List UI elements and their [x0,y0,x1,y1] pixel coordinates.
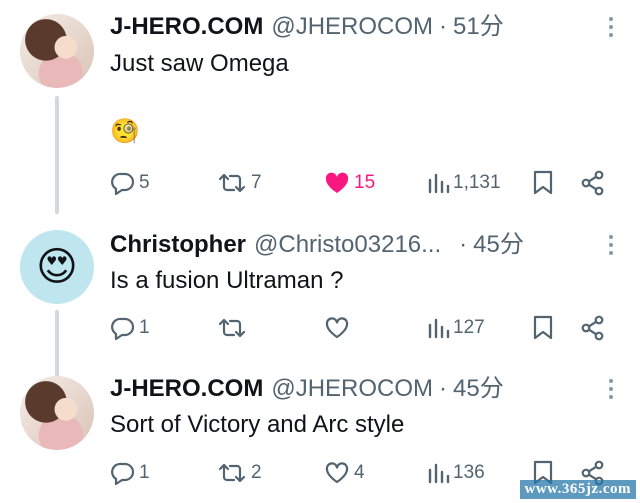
reply-count: 1 [139,317,150,338]
heart-icon [325,462,349,484]
tweet-1[interactable]: J-HERO.COM @JHEROCOM · 51分 Just saw Omeg… [0,0,640,214]
views-count: 1,131 [453,172,501,193]
tweet-header: J-HERO.COM @JHEROCOM · 45分 [110,374,580,404]
reply-icon [111,317,135,340]
tweet-text: Just saw Omega [110,50,289,77]
retweet-button[interactable] [216,313,251,343]
reply-button[interactable]: 5 [110,168,150,198]
views-button[interactable]: 1,131 [426,168,501,198]
tweet-actions: 1 127 [108,313,618,343]
like-count: 4 [354,462,365,483]
tweet-actions: 5 7 15 1,131 [108,168,618,198]
tweet-text: Is a fusion Ultraman ? [110,267,344,294]
more-options-icon[interactable] [608,235,614,255]
reply-icon [111,172,135,195]
heart-eyes-emoji: 😍 [36,245,78,289]
tweet-header: J-HERO.COM @JHEROCOM · 51分 [110,12,580,42]
bookmark-icon [533,170,553,195]
views-count: 127 [453,317,485,338]
share-button[interactable] [580,313,606,343]
bookmark-button[interactable] [532,168,554,198]
author-handle[interactable]: @JHEROCOM [271,12,433,42]
views-chart-icon [428,173,450,194]
author-name[interactable]: Christopher [110,230,246,260]
reply-count: 1 [139,462,150,483]
views-button[interactable]: 127 [426,313,485,343]
author-handle[interactable]: @Christo03216... [254,230,441,260]
reply-count: 5 [139,172,150,193]
like-button[interactable]: 15 [323,168,375,198]
author-handle[interactable]: @JHEROCOM [271,374,433,404]
bookmark-icon [533,315,553,340]
views-count: 136 [453,462,485,483]
thread-line [55,96,59,214]
separator: · [439,13,448,40]
author-name[interactable]: J-HERO.COM [110,374,263,404]
views-chart-icon [428,318,450,339]
avatar[interactable] [20,376,94,450]
watermark: www.365jz.com [519,480,636,499]
avatar[interactable]: 😍 [20,230,94,304]
timestamp[interactable]: 51分 [453,12,504,42]
avatar[interactable] [20,14,94,88]
like-button[interactable]: 4 [323,458,365,488]
more-options-icon[interactable] [608,17,614,37]
reply-button[interactable]: 1 [110,313,150,343]
share-icon [581,315,604,341]
retweet-icon [218,318,246,338]
retweet-button[interactable]: 7 [216,168,262,198]
reply-icon [111,462,135,485]
retweet-icon [218,463,246,483]
like-button[interactable] [323,313,354,343]
tweet-text: Sort of Victory and Arc style [110,411,405,438]
retweet-icon [218,173,246,193]
timestamp[interactable]: 45分 [453,374,504,404]
retweet-count: 7 [251,172,262,193]
views-button[interactable]: 136 [426,458,485,488]
like-count: 15 [354,172,376,193]
views-chart-icon [428,463,450,484]
retweet-button[interactable]: 2 [216,458,262,488]
monocle-face-emoji: 🧐 [110,118,140,145]
bookmark-button[interactable] [532,313,554,343]
share-icon [581,170,604,196]
timestamp[interactable]: 45分 [473,230,524,260]
author-name[interactable]: J-HERO.COM [110,12,263,42]
share-button[interactable] [580,168,606,198]
retweet-count: 2 [251,462,262,483]
heart-filled-icon [325,172,349,193]
separator: · [439,375,448,402]
more-options-icon[interactable] [608,379,614,399]
heart-icon [325,317,349,339]
tweet-header: Christopher @Christo03216... · 45分 [110,230,580,260]
separator: · [459,231,468,258]
reply-button[interactable]: 1 [110,458,150,488]
tweet-2[interactable]: 😍 Christopher @Christo03216... · 45分 Is … [0,214,640,380]
